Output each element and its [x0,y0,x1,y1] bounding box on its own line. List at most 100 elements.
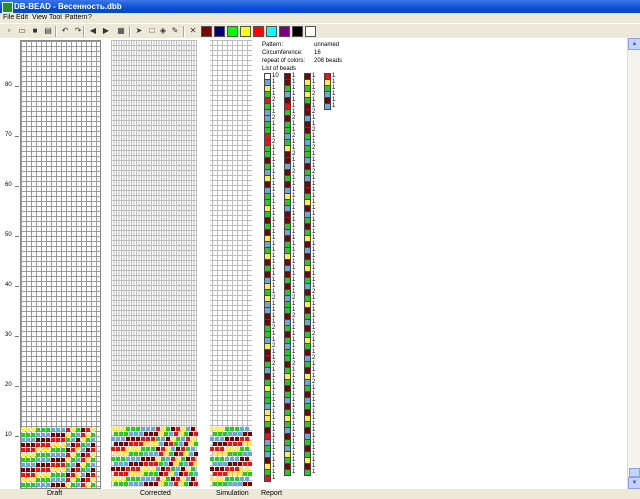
pointer-icon[interactable]: ➤ [134,26,144,36]
palette-color-swatch[interactable] [201,26,212,37]
bead-cell [91,443,95,447]
bead-cell [31,458,35,462]
scroll-thumb[interactable] [629,468,640,477]
bead-cell [245,437,249,441]
bead-cell [158,482,163,486]
bead-cell [181,437,185,441]
arrow-right-icon[interactable]: ▶ [101,26,111,36]
bead-cell [173,442,178,446]
ruler-tick [15,136,19,137]
bead-cell [26,473,30,477]
menu-edit[interactable]: Edit [16,13,28,23]
palette-color-swatch[interactable] [305,26,316,37]
bead-cell [193,432,198,436]
bead-cell [141,477,145,481]
bead-cell [220,447,224,451]
ruler-tick [15,86,19,87]
bead-cell [128,452,133,456]
bead-cell [91,468,95,472]
palette-color-swatch[interactable] [292,26,303,37]
bead-cell [222,472,227,476]
print-icon[interactable]: ▤ [43,26,53,36]
bead-cell [168,442,173,446]
arrow-left-icon[interactable]: ◀ [88,26,98,36]
bead-cell [210,467,214,471]
menu-pattern[interactable]: Pattern [65,13,88,23]
bead-cell [230,477,234,481]
bead-cell [31,443,35,447]
bead-cell [235,477,239,481]
bead-color-swatch [264,475,271,482]
palette-color-swatch[interactable] [253,26,264,37]
bead-list-item: 1 [284,469,306,476]
menu-tool[interactable]: Tool [49,13,62,23]
bead-cell [91,453,95,457]
bead-cell [230,427,234,431]
clear-icon[interactable]: ✕ [188,26,198,36]
bead-cell [86,433,90,437]
bead-cell [21,483,25,487]
open-file-icon[interactable]: ▭ [17,26,27,36]
menu-help[interactable]: ? [88,13,92,23]
bead-cell [151,457,155,461]
bead-cell [176,477,180,481]
menu-file[interactable]: File [3,13,14,23]
vertical-scrollbar[interactable]: ▲ ▼ [627,38,640,489]
bead-cell [230,457,234,461]
bead-cell [91,483,95,487]
bead-cell [133,432,138,436]
ruler-tick [15,436,19,437]
bead-cell [136,427,140,431]
bead-cell [116,467,120,471]
palette-color-swatch[interactable] [227,26,238,37]
bead-cell [131,457,135,461]
ruler-label: 40 [5,282,12,288]
picker-icon[interactable]: ✎ [170,26,180,36]
bead-cell [143,462,148,466]
ruler-label: 60 [5,182,12,188]
bead-cell [227,472,232,476]
bead-cell [136,467,140,471]
ruler-tick [15,336,19,337]
bead-cell [66,443,70,447]
bead-cell [46,458,50,462]
bead-cell [217,442,222,446]
bead-cell [91,433,95,437]
menu-view[interactable]: View [32,13,47,23]
simulation-view[interactable] [210,40,252,487]
bead-cell [81,483,85,487]
bead-cell [222,432,227,436]
bead-cell [118,432,123,436]
bead-cell [76,438,80,442]
bead-cell [242,462,247,466]
bead-cell [71,448,75,452]
bead-cell [61,478,65,482]
bead-cell [176,437,180,441]
undo-icon[interactable]: ↶ [60,26,70,36]
bead-cell [128,472,133,476]
new-file-icon[interactable]: ▫ [4,26,14,36]
bead-cell [66,438,70,442]
bead-cell [61,433,65,437]
scroll-down-button[interactable]: ▼ [628,477,640,489]
bead-cell [56,428,60,432]
palette-color-swatch[interactable] [214,26,225,37]
bead-cell [121,457,125,461]
save-icon[interactable]: ■ [30,26,40,36]
bead-cell [46,448,50,452]
draft-grid[interactable] [20,40,101,489]
palette-color-swatch[interactable] [279,26,290,37]
palette-color-swatch[interactable] [266,26,277,37]
palette-color-swatch[interactable] [240,26,251,37]
bead-cell [31,473,35,477]
bead-cell [121,437,125,441]
copy-icon[interactable]: ▦ [116,26,126,36]
bead-cell [56,433,60,437]
bead-cell [76,473,80,477]
scroll-up-button[interactable]: ▲ [628,38,640,50]
redo-icon[interactable]: ↷ [73,26,83,36]
bead-cell [61,453,65,457]
corrected-grid[interactable] [111,40,198,487]
select-rect-icon[interactable]: □ [147,26,157,36]
fill-icon[interactable]: ◈ [158,26,168,36]
